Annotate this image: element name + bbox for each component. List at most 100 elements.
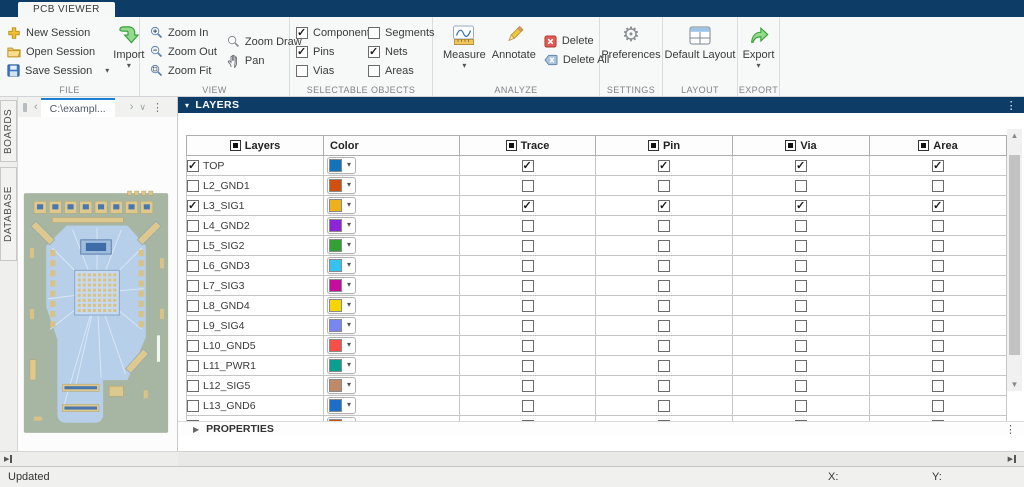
layer-via-checkbox[interactable] bbox=[795, 360, 807, 372]
layer-visible-checkbox[interactable] bbox=[187, 320, 199, 332]
layer-via-checkbox[interactable] bbox=[795, 160, 807, 172]
layer-area-checkbox[interactable] bbox=[932, 340, 944, 352]
open-session-button[interactable]: Open Session bbox=[5, 42, 111, 61]
board-preview[interactable] bbox=[18, 117, 177, 451]
layer-trace-checkbox[interactable] bbox=[522, 340, 534, 352]
select-all-trace-checkbox[interactable] bbox=[506, 140, 517, 151]
layer-area-checkbox[interactable] bbox=[932, 360, 944, 372]
layer-trace-checkbox[interactable] bbox=[522, 400, 534, 412]
layer-via-checkbox[interactable] bbox=[795, 320, 807, 332]
sidebar-tab-database[interactable]: DATABASE bbox=[0, 167, 17, 261]
layer-visible-checkbox[interactable] bbox=[187, 300, 199, 312]
layer-area-checkbox[interactable] bbox=[932, 380, 944, 392]
layer-area-checkbox[interactable] bbox=[932, 240, 944, 252]
layer-color-picker[interactable]: ▾ bbox=[327, 237, 356, 254]
layer-via-checkbox[interactable] bbox=[795, 380, 807, 392]
layer-area-checkbox[interactable] bbox=[932, 300, 944, 312]
document-tab[interactable]: C:\exampl... bbox=[41, 98, 115, 118]
layer-visible-checkbox[interactable] bbox=[187, 380, 199, 392]
layer-pin-checkbox[interactable] bbox=[658, 280, 670, 292]
layer-trace-checkbox[interactable] bbox=[522, 300, 534, 312]
layer-color-picker[interactable]: ▾ bbox=[327, 377, 356, 394]
layer-visible-checkbox[interactable] bbox=[187, 240, 199, 252]
layer-visible-checkbox[interactable] bbox=[187, 160, 199, 172]
select-all-area-checkbox[interactable] bbox=[918, 140, 929, 151]
column-header-via[interactable]: Via bbox=[733, 136, 870, 156]
layer-color-picker[interactable]: ▾ bbox=[327, 357, 356, 374]
layer-trace-checkbox[interactable] bbox=[522, 320, 534, 332]
layer-color-picker[interactable]: ▾ bbox=[327, 257, 356, 274]
kebab-menu-icon[interactable]: ⋮ bbox=[149, 101, 166, 114]
select-all-via-checkbox[interactable] bbox=[785, 140, 796, 151]
layer-trace-checkbox[interactable] bbox=[522, 220, 534, 232]
chevron-left-icon[interactable]: ‹ bbox=[31, 101, 41, 113]
layer-area-checkbox[interactable] bbox=[932, 160, 944, 172]
selectable-areas-checkbox[interactable]: Areas bbox=[368, 61, 435, 80]
layer-color-picker[interactable]: ▾ bbox=[327, 217, 356, 234]
scrollbar-thumb[interactable] bbox=[1009, 155, 1020, 355]
layer-color-picker[interactable]: ▾ bbox=[327, 317, 356, 334]
select-all-pin-checkbox[interactable] bbox=[648, 140, 659, 151]
layer-pin-checkbox[interactable] bbox=[658, 200, 670, 212]
layer-color-picker[interactable]: ▾ bbox=[327, 197, 356, 214]
preferences-button[interactable]: ⚙ Preferences bbox=[600, 17, 662, 61]
layer-pin-checkbox[interactable] bbox=[658, 260, 670, 272]
properties-panel-header[interactable]: ▶ PROPERTIES ⋮ bbox=[178, 421, 1024, 436]
layer-visible-checkbox[interactable] bbox=[187, 340, 199, 352]
scroll-to-end-icon[interactable]: ▶ bbox=[4, 455, 12, 463]
layer-trace-checkbox[interactable] bbox=[522, 380, 534, 392]
vertical-scrollbar[interactable]: ▲ ▼ bbox=[1007, 129, 1022, 391]
layer-pin-checkbox[interactable] bbox=[658, 160, 670, 172]
layer-area-checkbox[interactable] bbox=[932, 180, 944, 192]
column-header-pin[interactable]: Pin bbox=[596, 136, 733, 156]
main-horizontal-scrollbar[interactable]: ▶ bbox=[178, 451, 1024, 466]
layer-trace-checkbox[interactable] bbox=[522, 280, 534, 292]
layer-area-checkbox[interactable] bbox=[932, 280, 944, 292]
chevron-right-icon[interactable]: › bbox=[127, 101, 137, 113]
layer-pin-checkbox[interactable] bbox=[658, 340, 670, 352]
sidebar-tab-boards[interactable]: BOARDS bbox=[0, 100, 17, 162]
column-header-layers[interactable]: Layers bbox=[187, 136, 324, 156]
save-session-button[interactable]: Save Session ▾ bbox=[5, 61, 111, 80]
layer-via-checkbox[interactable] bbox=[795, 400, 807, 412]
column-header-area[interactable]: Area bbox=[870, 136, 1007, 156]
layer-pin-checkbox[interactable] bbox=[658, 360, 670, 372]
layer-trace-checkbox[interactable] bbox=[522, 160, 534, 172]
layer-via-checkbox[interactable] bbox=[795, 260, 807, 272]
layer-trace-checkbox[interactable] bbox=[522, 260, 534, 272]
selectable-segments-checkbox[interactable]: Segments bbox=[368, 23, 435, 42]
layer-via-checkbox[interactable] bbox=[795, 200, 807, 212]
scroll-up-icon[interactable]: ▲ bbox=[1007, 131, 1022, 140]
kebab-menu-icon[interactable]: ⋮ bbox=[1005, 423, 1016, 436]
layer-visible-checkbox[interactable] bbox=[187, 180, 199, 192]
layer-visible-checkbox[interactable] bbox=[187, 360, 199, 372]
layer-color-picker[interactable]: ▾ bbox=[327, 337, 356, 354]
export-button[interactable]: Export ▾ bbox=[738, 17, 779, 70]
layer-trace-checkbox[interactable] bbox=[522, 180, 534, 192]
layer-via-checkbox[interactable] bbox=[795, 300, 807, 312]
layers-panel-header[interactable]: ▾ LAYERS ⋮ bbox=[178, 97, 1024, 113]
layer-visible-checkbox[interactable] bbox=[187, 280, 199, 292]
layer-trace-checkbox[interactable] bbox=[522, 200, 534, 212]
layer-via-checkbox[interactable] bbox=[795, 220, 807, 232]
chevron-down-icon[interactable]: ∨ bbox=[136, 102, 149, 113]
layer-visible-checkbox[interactable] bbox=[187, 220, 199, 232]
layer-pin-checkbox[interactable] bbox=[658, 220, 670, 232]
kebab-menu-icon[interactable]: ⋮ bbox=[1006, 99, 1017, 112]
zoom-out-button[interactable]: Zoom Out bbox=[148, 42, 219, 61]
selectable-nets-checkbox[interactable]: Nets bbox=[368, 42, 435, 61]
layer-visible-checkbox[interactable] bbox=[187, 200, 199, 212]
layer-trace-checkbox[interactable] bbox=[522, 360, 534, 372]
selectable-components-checkbox[interactable]: Components bbox=[296, 23, 368, 42]
default-layout-button[interactable]: Default Layout bbox=[663, 17, 737, 61]
layer-color-picker[interactable]: ▾ bbox=[327, 177, 356, 194]
zoom-in-button[interactable]: Zoom In bbox=[148, 23, 219, 42]
layer-color-picker[interactable]: ▾ bbox=[327, 397, 356, 414]
layer-pin-checkbox[interactable] bbox=[658, 320, 670, 332]
layer-area-checkbox[interactable] bbox=[932, 320, 944, 332]
layer-via-checkbox[interactable] bbox=[795, 180, 807, 192]
layer-color-picker[interactable]: ▾ bbox=[327, 297, 356, 314]
layer-area-checkbox[interactable] bbox=[932, 220, 944, 232]
layer-pin-checkbox[interactable] bbox=[658, 380, 670, 392]
layer-pin-checkbox[interactable] bbox=[658, 240, 670, 252]
